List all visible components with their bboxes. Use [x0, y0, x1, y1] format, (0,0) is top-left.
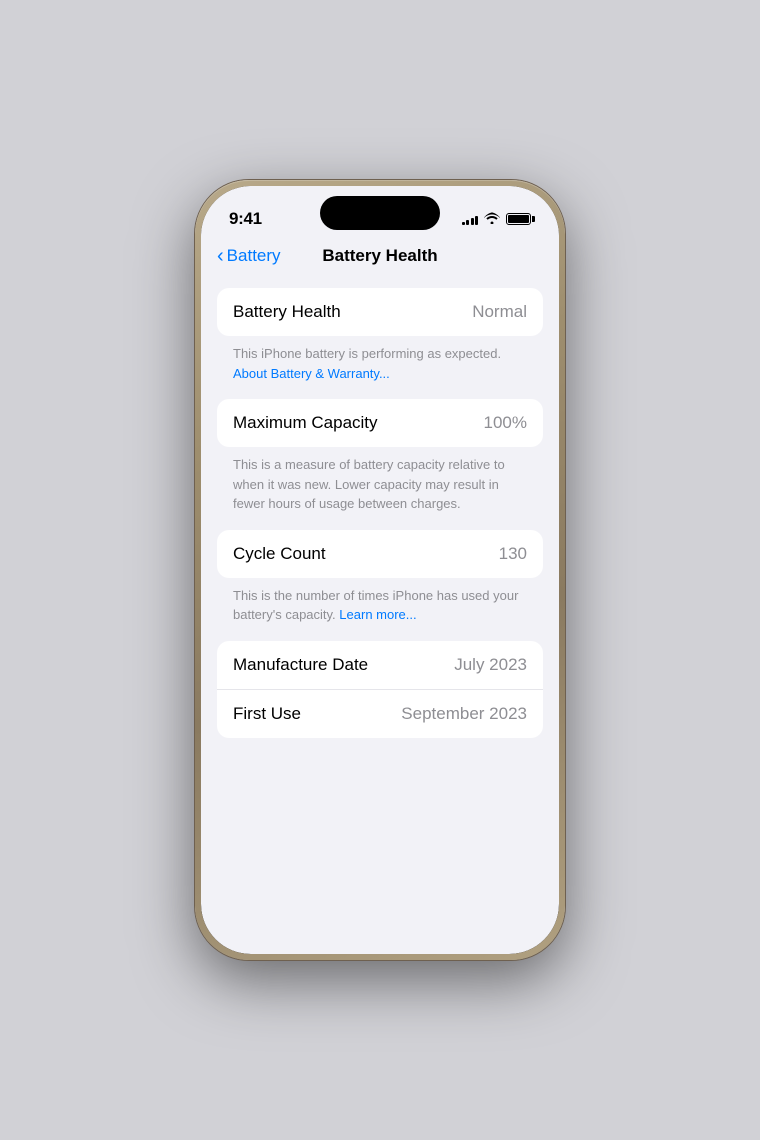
max-capacity-section: Maximum Capacity 100% This is a measure … [217, 399, 543, 514]
signal-bar-2 [466, 220, 469, 225]
dates-section: Manufacture Date July 2023 First Use Sep… [217, 641, 543, 738]
screen: 9:41 [201, 186, 559, 954]
status-icons [462, 211, 532, 227]
manufacture-date-row: Manufacture Date July 2023 [217, 641, 543, 689]
battery-warranty-link[interactable]: About Battery & Warranty... [233, 366, 390, 381]
battery-icon [506, 213, 531, 225]
max-capacity-label: Maximum Capacity [233, 413, 378, 433]
cycle-count-value: 130 [499, 544, 527, 564]
battery-fill [508, 215, 529, 223]
manufacture-date-value: July 2023 [454, 655, 527, 675]
back-label: Battery [227, 246, 281, 266]
dynamic-island [320, 196, 440, 230]
first-use-row: First Use September 2023 [217, 689, 543, 738]
max-capacity-note: This is a measure of battery capacity re… [217, 447, 543, 514]
cycle-count-section: Cycle Count 130 This is the number of ti… [217, 530, 543, 625]
signal-bar-4 [475, 216, 478, 225]
manufacture-date-label: Manufacture Date [233, 655, 368, 675]
cycle-count-label: Cycle Count [233, 544, 326, 564]
battery-health-value: Normal [472, 302, 527, 322]
status-bar: 9:41 [201, 186, 559, 238]
cycle-count-learn-more-link[interactable]: Learn more... [339, 607, 416, 622]
signal-icon [462, 213, 479, 225]
battery-health-note: This iPhone battery is performing as exp… [217, 336, 543, 383]
content-area: Battery Health Normal This iPhone batter… [201, 276, 559, 954]
signal-bar-3 [471, 218, 474, 225]
wifi-icon [484, 211, 500, 227]
battery-health-card: Battery Health Normal [217, 288, 543, 336]
max-capacity-note-text: This is a measure of battery capacity re… [233, 457, 505, 511]
max-capacity-row: Maximum Capacity 100% [217, 399, 543, 447]
back-chevron-icon: ‹ [217, 246, 224, 266]
status-time: 9:41 [229, 209, 262, 229]
max-capacity-card: Maximum Capacity 100% [217, 399, 543, 447]
dates-card: Manufacture Date July 2023 First Use Sep… [217, 641, 543, 738]
battery-health-label: Battery Health [233, 302, 341, 322]
battery-health-section: Battery Health Normal This iPhone batter… [217, 288, 543, 383]
first-use-label: First Use [233, 704, 301, 724]
max-capacity-value: 100% [484, 413, 527, 433]
nav-bar: ‹ Battery Battery Health [201, 238, 559, 276]
cycle-count-card: Cycle Count 130 [217, 530, 543, 578]
battery-health-row: Battery Health Normal [217, 288, 543, 336]
signal-bar-1 [462, 222, 465, 225]
cycle-count-row: Cycle Count 130 [217, 530, 543, 578]
battery-health-note-text: This iPhone battery is performing as exp… [233, 346, 501, 361]
cycle-count-note: This is the number of times iPhone has u… [217, 578, 543, 625]
nav-title: Battery Health [322, 246, 437, 266]
phone-inner: 9:41 [201, 186, 559, 954]
first-use-value: September 2023 [401, 704, 527, 724]
phone-frame: 9:41 [195, 180, 565, 960]
back-button[interactable]: ‹ Battery [217, 246, 281, 266]
